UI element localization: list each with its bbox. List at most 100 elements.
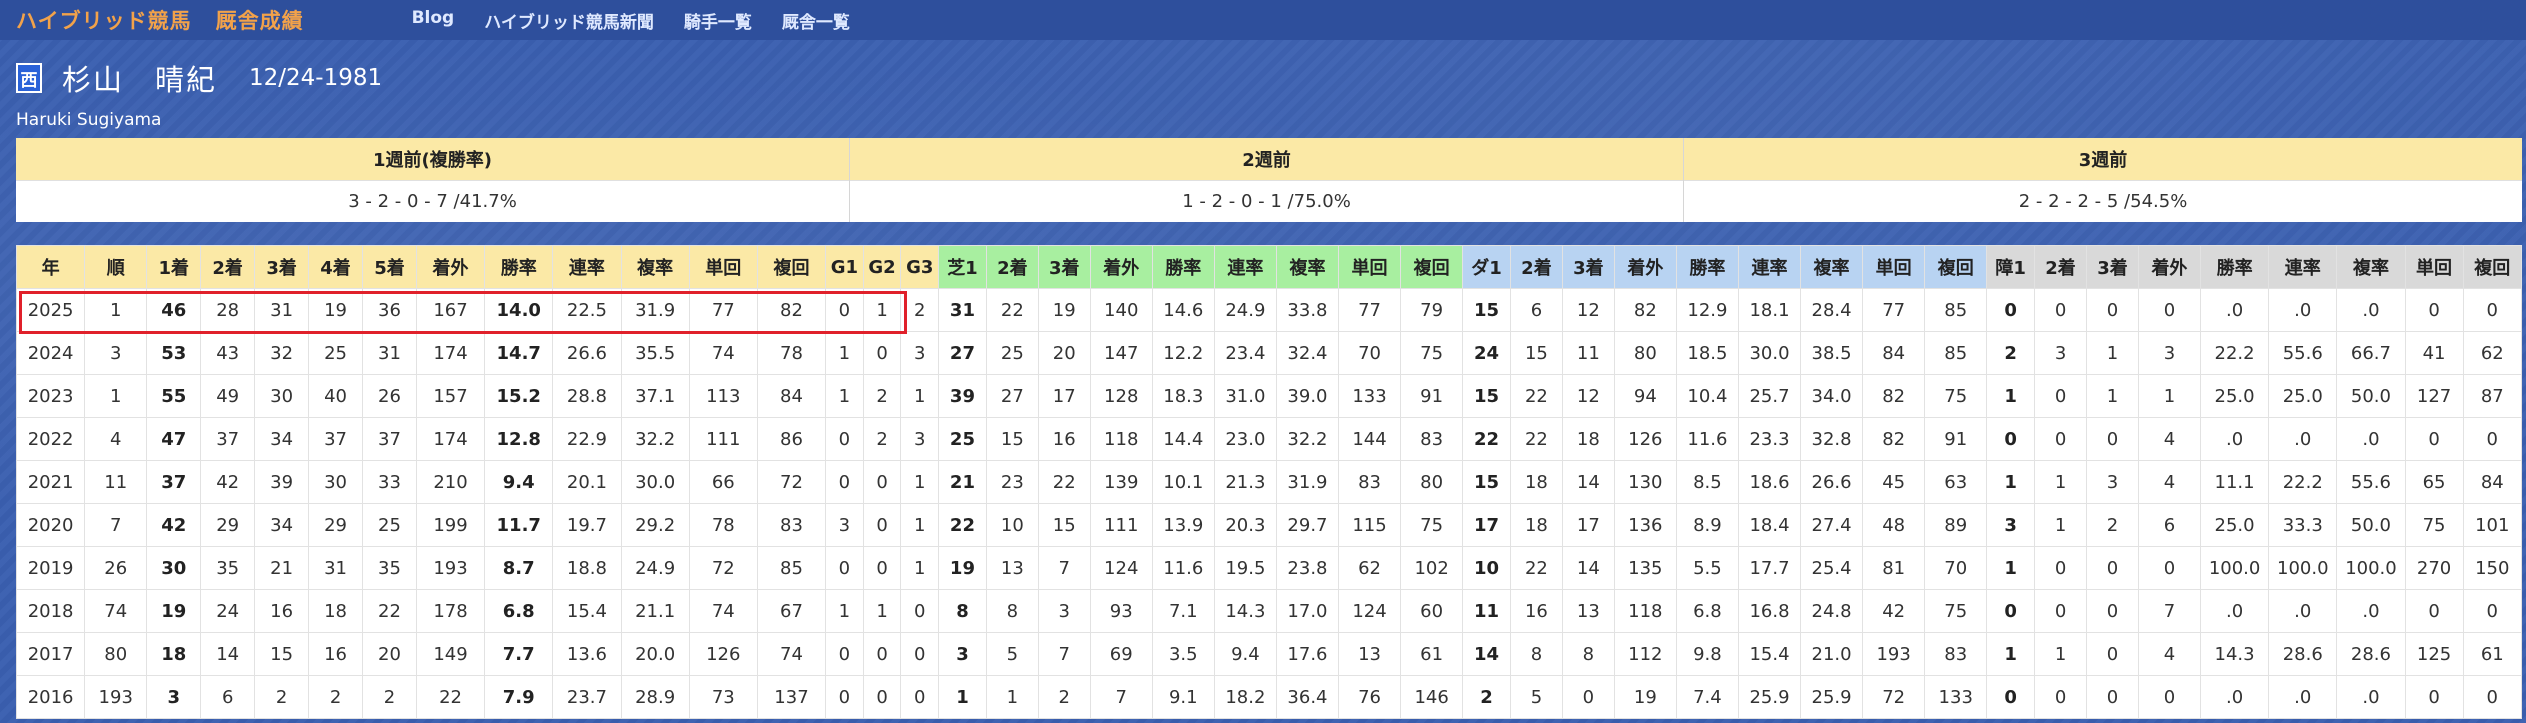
stat-cell: 19 xyxy=(938,546,987,590)
stat-cell: 102 xyxy=(1400,546,1464,590)
stat-cell: 118 xyxy=(1089,417,1153,461)
stat-cell: 193 xyxy=(1862,632,1926,676)
column-header[interactable]: 着外 xyxy=(2137,245,2201,289)
stat-cell: 42 xyxy=(1862,589,1926,633)
stat-cell: 5 xyxy=(985,632,1039,676)
column-header[interactable]: 3着 xyxy=(2086,245,2139,289)
nav-blog-link[interactable]: Blog xyxy=(412,8,455,33)
column-header[interactable]: 2着 xyxy=(985,245,1039,289)
column-header[interactable]: 着外 xyxy=(415,245,486,289)
year-cell: 2020 xyxy=(15,503,86,547)
column-header[interactable]: 複率 xyxy=(1275,245,1340,289)
stat-cell: 0 xyxy=(2462,288,2523,332)
column-header[interactable]: 5着 xyxy=(362,245,417,289)
column-header[interactable]: 2着 xyxy=(200,245,256,289)
column-header[interactable]: 順 xyxy=(84,245,148,289)
column-header[interactable]: 複回 xyxy=(1924,245,1988,289)
stat-cell: 14.3 xyxy=(1213,589,1277,633)
stat-cell: 6.8 xyxy=(1675,589,1739,633)
column-header[interactable]: 複率 xyxy=(2336,245,2406,289)
year-cell: 2019 xyxy=(15,546,86,590)
stat-cell: 12.9 xyxy=(1675,288,1739,332)
column-header[interactable]: ダ1 xyxy=(1462,245,1511,289)
trainer-romaji-name: Haruki Sugiyama xyxy=(16,110,162,130)
stat-cell: 12.8 xyxy=(484,417,554,461)
stat-cell: 12 xyxy=(1561,374,1615,418)
column-header[interactable]: 2着 xyxy=(2034,245,2087,289)
column-header[interactable]: 3着 xyxy=(1561,245,1615,289)
column-header[interactable]: 勝率 xyxy=(2199,245,2270,289)
site-subtitle[interactable]: 厩舎成績 xyxy=(216,5,304,35)
column-header[interactable]: 4着 xyxy=(308,245,364,289)
stat-cell: 75 xyxy=(1400,331,1464,375)
column-header[interactable]: 連率 xyxy=(1213,245,1277,289)
column-header[interactable]: 単回 xyxy=(2404,245,2464,289)
stat-cell: 8.5 xyxy=(1675,460,1739,504)
column-header[interactable]: 3着 xyxy=(254,245,310,289)
column-header[interactable]: 連率 xyxy=(1737,245,1802,289)
table-header-row: 年順 1着 2着 3着 4着 5着 着外 勝率 連率 複率 単回 複回 G1 G2 G3 芝1 2着 3着 着外 勝率… xyxy=(15,245,2523,289)
column-header[interactable]: 連率 xyxy=(2268,245,2338,289)
stat-cell: 2 xyxy=(1037,675,1091,719)
stat-cell: 18 xyxy=(1561,417,1615,461)
column-header[interactable]: 年 xyxy=(15,245,86,289)
stat-cell: 21.0 xyxy=(1800,632,1864,676)
column-header[interactable]: 単回 xyxy=(688,245,758,289)
column-header[interactable]: 着外 xyxy=(1613,245,1677,289)
recent-weeks-summary: 1週前(複勝率) 3 - 2 - 0 - 7 /41.7% 2週前 1 - 2 … xyxy=(16,138,2522,222)
stat-cell: 74 xyxy=(688,331,758,375)
column-header[interactable]: G2 xyxy=(862,245,902,289)
trainer-header: 西 杉山 晴紀 12/24-1981 xyxy=(16,58,382,98)
column-header[interactable]: 1着 xyxy=(146,245,202,289)
stat-cell: 31.0 xyxy=(1213,374,1277,418)
stat-cell: 112 xyxy=(1613,632,1677,676)
column-header[interactable]: G3 xyxy=(900,245,940,289)
stat-cell: 28.6 xyxy=(2336,632,2406,676)
stat-cell: 1 xyxy=(825,589,864,633)
column-header[interactable]: 障1 xyxy=(1986,245,2036,289)
stat-cell: 146 xyxy=(1400,675,1464,719)
column-header[interactable]: 複率 xyxy=(620,245,690,289)
stat-cell: 1 xyxy=(862,288,902,332)
stat-cell: 29 xyxy=(308,503,364,547)
stat-cell: 124 xyxy=(1337,589,1402,633)
stat-cell: 40 xyxy=(308,374,364,418)
column-header[interactable]: 複回 xyxy=(2462,245,2523,289)
column-header[interactable]: 着外 xyxy=(1089,245,1153,289)
stat-cell: 18.5 xyxy=(1675,331,1739,375)
table-row: 2025 1 46 28 31 19 36 167 14.0 22.5 31.9 77 82 0 1 2 31 2… xyxy=(15,288,2523,332)
column-header[interactable]: 複回 xyxy=(1400,245,1464,289)
column-header[interactable]: 連率 xyxy=(552,245,622,289)
column-header[interactable]: 2着 xyxy=(1509,245,1563,289)
column-header[interactable]: G1 xyxy=(825,245,864,289)
site-title[interactable]: ハイブリッド競馬 xyxy=(16,5,192,35)
column-header[interactable]: 単回 xyxy=(1862,245,1926,289)
column-header[interactable]: 3着 xyxy=(1037,245,1091,289)
column-header[interactable]: 勝率 xyxy=(484,245,554,289)
stat-cell: .0 xyxy=(2199,417,2270,461)
stat-cell: 0 xyxy=(2034,374,2087,418)
stat-cell: 16.8 xyxy=(1737,589,1802,633)
stat-cell: 82 xyxy=(1862,417,1926,461)
stat-cell: 9.8 xyxy=(1675,632,1739,676)
stat-cell: 149 xyxy=(415,632,486,676)
column-header[interactable]: 芝1 xyxy=(938,245,987,289)
stat-cell: 37.1 xyxy=(620,374,690,418)
nav-stable-list-link[interactable]: 厩舎一覧 xyxy=(782,8,850,33)
nav-jockey-list-link[interactable]: 騎手一覧 xyxy=(684,8,752,33)
stat-cell: 14.4 xyxy=(1151,417,1215,461)
column-header[interactable]: 単回 xyxy=(1337,245,1402,289)
column-header[interactable]: 複率 xyxy=(1800,245,1864,289)
stat-cell: 1 xyxy=(900,374,940,418)
stat-cell: 81 xyxy=(1862,546,1926,590)
nav-newspaper-link[interactable]: ハイブリッド競馬新聞 xyxy=(484,8,654,33)
column-header[interactable]: 勝率 xyxy=(1675,245,1739,289)
stat-cell: 10 xyxy=(1462,546,1511,590)
column-header[interactable]: 勝率 xyxy=(1151,245,1215,289)
stat-cell: 3 xyxy=(900,331,940,375)
stat-cell: 144 xyxy=(1337,417,1402,461)
column-header[interactable]: 複回 xyxy=(756,245,827,289)
week-2-summary: 2週前 1 - 2 - 0 - 1 /75.0% xyxy=(850,138,1684,222)
stat-cell: 84 xyxy=(1862,331,1926,375)
stat-cell: 50.0 xyxy=(2336,503,2406,547)
